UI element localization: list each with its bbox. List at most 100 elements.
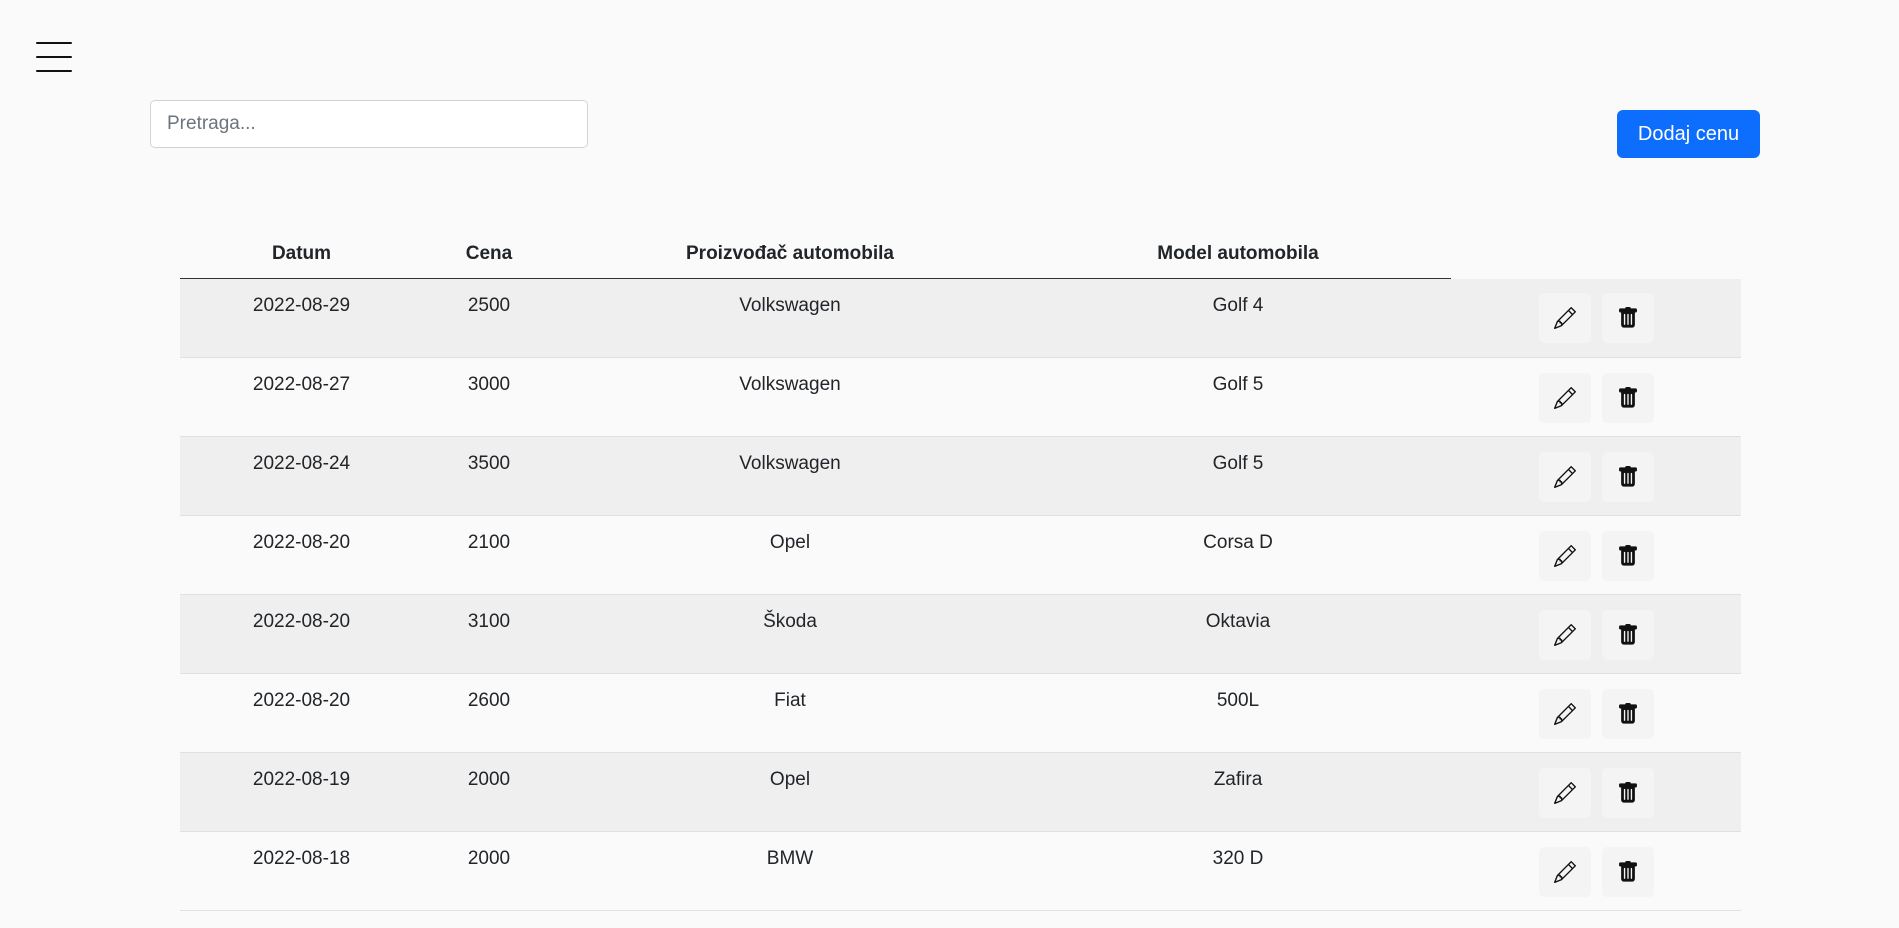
cell-actions xyxy=(1451,278,1741,358)
cell-actions xyxy=(1451,515,1741,595)
add-price-button[interactable]: Dodaj cenu xyxy=(1617,110,1760,158)
cell-actions xyxy=(1451,357,1741,437)
cell-make: Opel xyxy=(555,515,1025,595)
cell-actions xyxy=(1451,673,1741,753)
delete-button[interactable] xyxy=(1601,767,1654,818)
cell-make: Volkswagen xyxy=(555,278,1025,358)
cell-make: Volkswagen xyxy=(555,436,1025,516)
row-actions xyxy=(1452,451,1740,502)
trash-icon xyxy=(1617,465,1639,488)
pencil-icon xyxy=(1553,386,1576,409)
edit-button[interactable] xyxy=(1538,293,1591,344)
cell-date: 2022-08-20 xyxy=(180,515,423,595)
row-actions xyxy=(1452,293,1740,344)
edit-button[interactable] xyxy=(1538,688,1591,739)
column-header-price: Cena xyxy=(423,230,555,279)
column-header-date: Datum xyxy=(180,230,423,279)
hamburger-line xyxy=(36,70,72,72)
table-row: 2022-08-19 2000 Opel Zafira xyxy=(180,752,1741,832)
delete-button[interactable] xyxy=(1601,293,1654,344)
cell-model: 320 D xyxy=(1025,831,1451,911)
cell-price: 2000 xyxy=(423,752,555,832)
cell-make: Opel xyxy=(555,752,1025,832)
row-actions xyxy=(1452,846,1740,897)
cell-make: Fiat xyxy=(555,673,1025,753)
cell-price: 2500 xyxy=(423,278,555,358)
row-actions xyxy=(1452,530,1740,581)
hamburger-line xyxy=(36,42,72,44)
table-row: 2022-08-29 2500 Volkswagen Golf 4 xyxy=(180,278,1741,358)
pencil-icon xyxy=(1553,860,1576,883)
cell-actions xyxy=(1451,752,1741,832)
column-header-model: Model automobila xyxy=(1025,230,1451,279)
cell-model: 500L xyxy=(1025,673,1451,753)
row-actions xyxy=(1452,609,1740,660)
delete-button[interactable] xyxy=(1601,609,1654,660)
pencil-icon xyxy=(1553,307,1576,330)
cell-model: Zafira xyxy=(1025,752,1451,832)
delete-button[interactable] xyxy=(1601,372,1654,423)
cell-actions xyxy=(1451,436,1741,516)
table-row: 2022-08-27 3000 Volkswagen Golf 5 xyxy=(180,357,1741,437)
cell-date: 2022-08-19 xyxy=(180,752,423,832)
cell-date: 2022-08-29 xyxy=(180,278,423,358)
edit-button[interactable] xyxy=(1538,530,1591,581)
pencil-icon xyxy=(1553,544,1576,567)
cell-model: Corsa D xyxy=(1025,515,1451,595)
row-actions xyxy=(1452,372,1740,423)
table-row: 2022-08-18 2000 BMW 320 D xyxy=(180,831,1741,911)
table-row: 2022-08-24 3500 Volkswagen Golf 5 xyxy=(180,436,1741,516)
cell-make: Škoda xyxy=(555,594,1025,674)
hamburger-line xyxy=(36,56,72,58)
cell-date: 2022-08-20 xyxy=(180,594,423,674)
delete-button[interactable] xyxy=(1601,688,1654,739)
cell-model: Golf 4 xyxy=(1025,278,1451,358)
cell-price: 3100 xyxy=(423,594,555,674)
cell-price: 2600 xyxy=(423,673,555,753)
price-table-container: Datum Cena Proizvođač automobila Model a… xyxy=(180,230,1741,911)
pencil-icon xyxy=(1553,702,1576,725)
row-actions xyxy=(1452,688,1740,739)
cell-date: 2022-08-18 xyxy=(180,831,423,911)
table-header: Datum Cena Proizvođač automobila Model a… xyxy=(180,230,1741,279)
pencil-icon xyxy=(1553,465,1576,488)
table-row: 2022-08-20 2600 Fiat 500L xyxy=(180,673,1741,753)
price-table: Datum Cena Proizvođač automobila Model a… xyxy=(180,230,1741,911)
trash-icon xyxy=(1617,544,1639,567)
pencil-icon xyxy=(1553,623,1576,646)
table-row: 2022-08-20 3100 Škoda Oktavia xyxy=(180,594,1741,674)
trash-icon xyxy=(1617,386,1639,409)
edit-button[interactable] xyxy=(1538,372,1591,423)
cell-price: 3500 xyxy=(423,436,555,516)
trash-icon xyxy=(1617,702,1639,725)
cell-model: Golf 5 xyxy=(1025,357,1451,437)
cell-actions xyxy=(1451,594,1741,674)
cell-price: 2100 xyxy=(423,515,555,595)
pencil-icon xyxy=(1553,781,1576,804)
trash-icon xyxy=(1617,781,1639,804)
cell-make: Volkswagen xyxy=(555,357,1025,437)
trash-icon xyxy=(1617,860,1639,883)
cell-model: Oktavia xyxy=(1025,594,1451,674)
edit-button[interactable] xyxy=(1538,451,1591,502)
row-actions xyxy=(1452,767,1740,818)
cell-price: 3000 xyxy=(423,357,555,437)
edit-button[interactable] xyxy=(1538,846,1591,897)
delete-button[interactable] xyxy=(1601,530,1654,581)
delete-button[interactable] xyxy=(1601,451,1654,502)
cell-price: 2000 xyxy=(423,831,555,911)
search-input[interactable] xyxy=(150,100,588,148)
table-row: 2022-08-20 2100 Opel Corsa D xyxy=(180,515,1741,595)
cell-actions xyxy=(1451,831,1741,911)
cell-date: 2022-08-20 xyxy=(180,673,423,753)
column-header-make: Proizvođač automobila xyxy=(555,230,1025,279)
cell-model: Golf 5 xyxy=(1025,436,1451,516)
cell-date: 2022-08-24 xyxy=(180,436,423,516)
edit-button[interactable] xyxy=(1538,767,1591,818)
cell-date: 2022-08-27 xyxy=(180,357,423,437)
hamburger-menu-icon[interactable] xyxy=(36,40,72,76)
edit-button[interactable] xyxy=(1538,609,1591,660)
trash-icon xyxy=(1617,307,1639,329)
delete-button[interactable] xyxy=(1601,846,1654,897)
cell-make: BMW xyxy=(555,831,1025,911)
